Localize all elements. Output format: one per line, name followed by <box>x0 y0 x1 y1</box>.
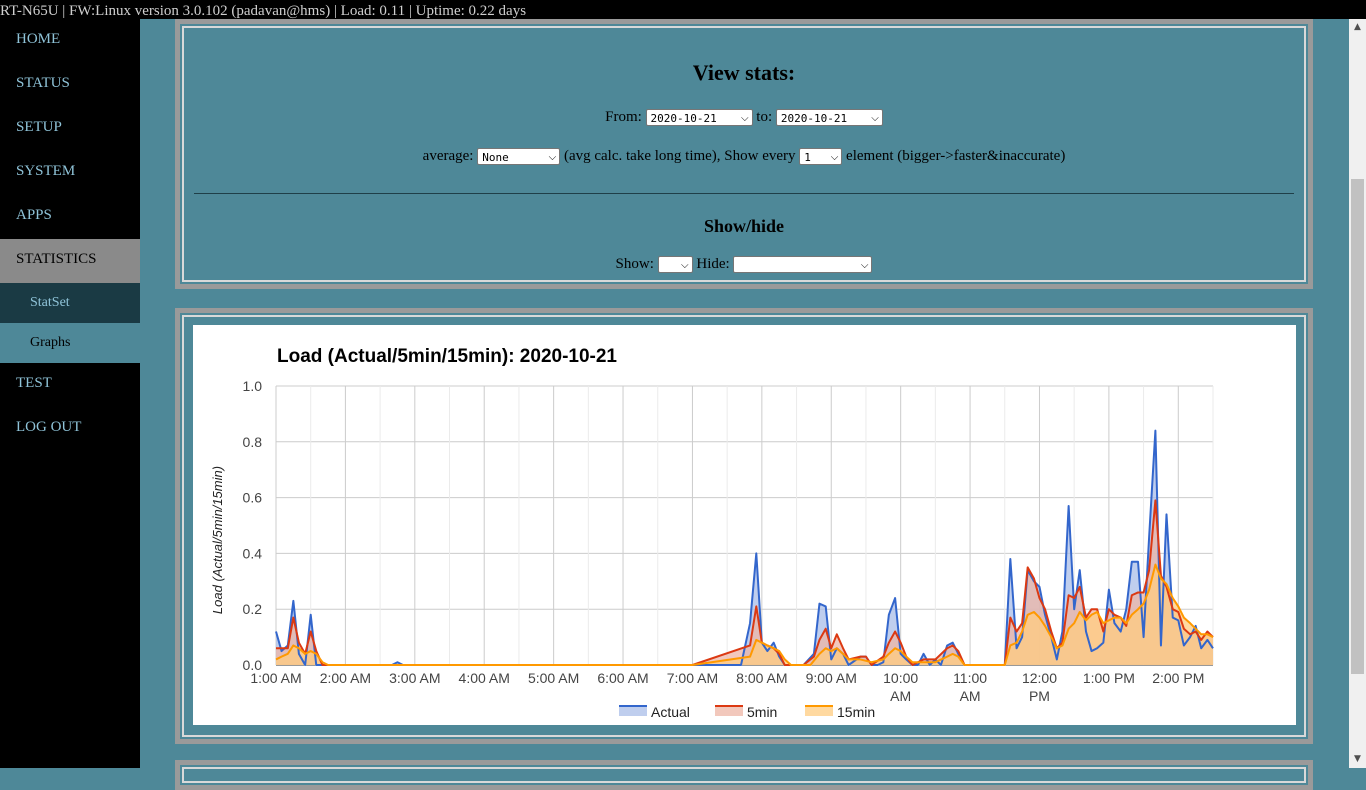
sidebar: HOME STATUS SETUP SYSTEM APPS STATISTICS… <box>0 19 140 768</box>
show-label: Show: <box>615 256 654 272</box>
y-tick-label: 0.2 <box>243 601 263 617</box>
next-panel <box>175 760 1313 790</box>
chart-title: Load (Actual/5min/15min): 2020-10-21 <box>277 346 617 367</box>
show-every-select[interactable]: 1 ⌵ <box>799 148 843 166</box>
chevron-down-icon: ⌵ <box>860 260 869 272</box>
x-tick-label: 1:00 PM <box>1083 670 1135 686</box>
average-select[interactable]: None ⌵ <box>477 148 561 166</box>
top-status-bar: RT-N65U | FW:Linux version 3.0.102 (pada… <box>0 0 1366 19</box>
x-tick-label: 4:00 AM <box>459 670 510 686</box>
subnav-graphs[interactable]: Graphs <box>0 323 140 363</box>
x-tick-label: 11:00 AM <box>953 670 987 704</box>
statistics-subnav: StatSet Graphs <box>0 283 140 363</box>
average-label: average: <box>422 148 474 164</box>
hide-label: Hide: <box>696 256 730 272</box>
x-tick-label: 9:00 AM <box>806 670 857 686</box>
legend-label-5min: 5min <box>747 704 777 720</box>
chevron-down-icon: ⌵ <box>681 260 689 272</box>
to-date-value: 2020-10-21 <box>780 112 848 126</box>
average-row: average: None ⌵ (avg calc. take long time… <box>180 148 1308 166</box>
hide-select[interactable]: ⌵ <box>733 256 873 274</box>
average-value: None <box>482 151 509 165</box>
y-tick-label: 0.6 <box>243 490 263 506</box>
legend-swatch-15min <box>805 706 833 716</box>
chart-legend: Actual 5min 15min <box>619 704 875 720</box>
vertical-scrollbar[interactable]: ▲ ▼ <box>1349 19 1366 768</box>
legend-label-actual: Actual <box>651 704 690 720</box>
y-tick-label: 0.8 <box>243 434 263 450</box>
y-tick-label: 1.0 <box>243 378 263 394</box>
x-tick-label: 2:00 AM <box>320 670 371 686</box>
chart-area: Load (Actual/5min/15min): 2020-10-21 Loa… <box>193 325 1296 725</box>
show-every-value: 1 <box>804 151 811 165</box>
chart-areas <box>276 430 1213 665</box>
from-label: From: <box>605 109 642 125</box>
view-stats-panel: View stats: From: 2020-10-21 ⌵ to: 2020-1… <box>175 19 1313 289</box>
show-hide-row: Show: ⌵ Hide: ⌵ <box>180 256 1308 274</box>
x-tick-label: 12:00 PM <box>1022 670 1057 704</box>
from-date-value: 2020-10-21 <box>650 112 717 126</box>
nav-statistics[interactable]: STATISTICS <box>0 239 140 283</box>
nav-system[interactable]: SYSTEM <box>0 151 140 195</box>
from-date-select[interactable]: 2020-10-21 ⌵ <box>645 109 753 127</box>
to-date-select[interactable]: 2020-10-21 ⌵ <box>775 109 883 127</box>
nav-setup[interactable]: SETUP <box>0 107 140 151</box>
avg-note: (avg calc. take long time), Show every <box>563 148 796 164</box>
chart-panel: Load (Actual/5min/15min): 2020-10-21 Loa… <box>175 308 1313 744</box>
x-tick-label: 2:00 PM <box>1152 670 1204 686</box>
view-stats-title: View stats: <box>692 60 796 85</box>
nav-logout[interactable]: LOG OUT <box>0 407 140 451</box>
x-tick-label: 6:00 AM <box>597 670 648 686</box>
chevron-down-icon: ⌵ <box>740 113 749 125</box>
show-select[interactable]: ⌵ <box>657 256 693 274</box>
x-tick-label: 7:00 AM <box>667 670 718 686</box>
to-label: to: <box>756 109 773 125</box>
divider <box>194 193 1294 194</box>
x-tick-label: 3:00 AM <box>389 670 440 686</box>
y-tick-label: 0.4 <box>243 545 263 561</box>
scroll-thumb[interactable] <box>1351 179 1364 674</box>
nav-apps[interactable]: APPS <box>0 195 140 239</box>
scroll-down-icon[interactable]: ▼ <box>1349 751 1366 768</box>
legend-label-15min: 15min <box>837 704 875 720</box>
x-tick-label: 1:00 AM <box>250 670 301 686</box>
chevron-down-icon: ⌵ <box>830 152 839 164</box>
legend-swatch-5min <box>715 706 743 716</box>
nav-status[interactable]: STATUS <box>0 63 140 107</box>
show-hide-title: Show/hide <box>703 216 785 236</box>
load-chart: Load (Actual/5min/15min): 2020-10-21 Loa… <box>210 346 1214 720</box>
x-tick-label: 10:00 AM <box>883 670 918 704</box>
y-axis-label: Load (Actual/5min/15min) <box>210 466 225 614</box>
chevron-down-icon: ⌵ <box>548 152 557 164</box>
nav-home[interactable]: HOME <box>0 19 140 63</box>
x-tick-label: 5:00 AM <box>528 670 579 686</box>
date-range-row: From: 2020-10-21 ⌵ to: 2020-10-21 ⌵ <box>180 109 1308 127</box>
scroll-up-icon[interactable]: ▲ <box>1349 19 1366 36</box>
x-tick-label: 8:00 AM <box>736 670 787 686</box>
legend-swatch-actual <box>619 706 647 716</box>
chevron-down-icon: ⌵ <box>871 113 879 125</box>
router-status-text: RT-N65U | FW:Linux version 3.0.102 (pada… <box>0 3 527 19</box>
element-note: element (bigger->faster&inaccurate) <box>846 148 1066 164</box>
nav-test[interactable]: TEST <box>0 363 140 407</box>
subnav-statset[interactable]: StatSet <box>0 283 140 323</box>
